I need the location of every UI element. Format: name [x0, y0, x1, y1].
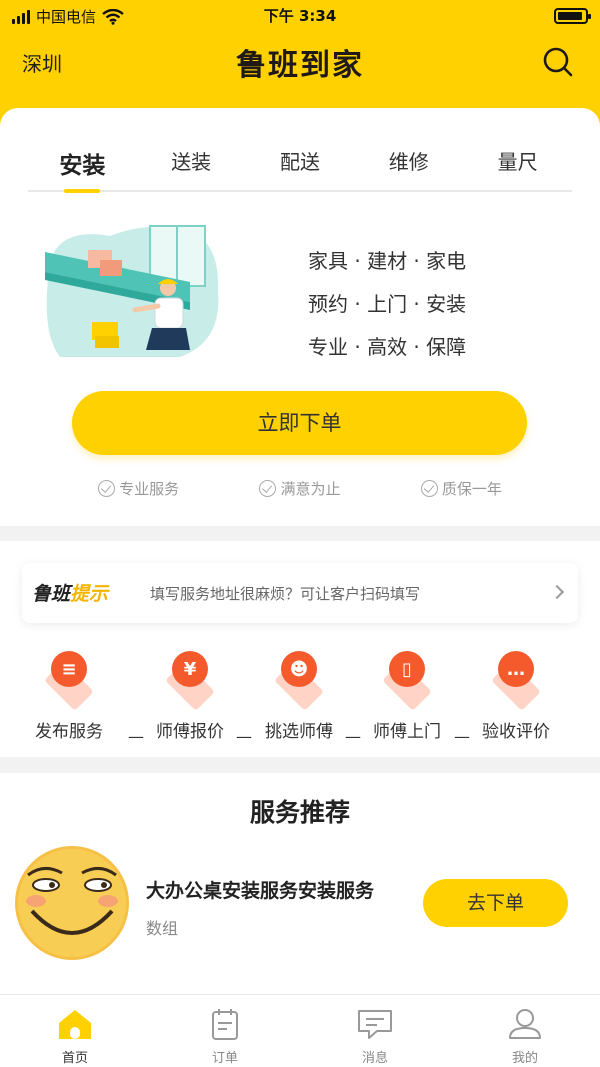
profile-icon [509, 1009, 541, 1039]
app-title: 鲁班到家 [236, 48, 364, 83]
step-accept-review[interactable]: … 验收评价 [462, 649, 570, 742]
status-time: 下午 3:34 [263, 7, 337, 25]
smiley-avatar [14, 845, 130, 961]
yuan-icon: ¥ [172, 651, 208, 687]
slogan-line: 专业 · 高效 · 保障 [308, 335, 467, 359]
step-label: 验收评价 [482, 722, 550, 742]
chat-icon: … [498, 651, 534, 687]
tip-banner[interactable]: 鲁班提示 填写服务地址很麻烦？可让客户扫码填写 [22, 563, 578, 623]
step-label: 挑选师傅 [265, 722, 333, 742]
tab-delivery[interactable]: 配送 [246, 142, 355, 190]
process-steps: ≡ 发布服务 — ¥ 师傅报价 — ☻ 挑选师傅 — ▯ 师傅上门 — … 验收… [0, 649, 600, 749]
tab-deliver-install[interactable]: 送装 [137, 142, 246, 190]
order-now-button[interactable]: 立即下单 [72, 391, 527, 455]
tab-repair[interactable]: 维修 [354, 142, 463, 190]
tip-logo-main: 鲁班 [32, 583, 71, 605]
service-card: 安装 送装 配送 维修 量尺 家具 · 建材 · 家电 预约 · 上门 · 安装… [0, 108, 600, 526]
service-item-name[interactable]: 大办公桌安装服务安装服务 [146, 876, 374, 903]
process-section: 鲁班提示 填写服务地址很麻烦？可让客户扫码填写 ≡ 发布服务 — ¥ 师傅报价 … [0, 541, 600, 757]
home-icon [59, 1010, 91, 1039]
worker-icon: ☻ [281, 651, 317, 687]
step-label: 师傅报价 [156, 722, 224, 742]
message-icon [358, 1010, 392, 1039]
guarantee-item: 满意为止 [259, 478, 341, 499]
door-icon: ▯ [389, 651, 425, 687]
battery-icon [554, 8, 591, 24]
tip-text: 填写服务地址很麻烦？可让客户扫码填写 [150, 585, 421, 603]
service-tabs: 安装 送装 配送 维修 量尺 [28, 142, 572, 193]
installer-illustration [40, 222, 230, 367]
slogan-line: 预约 · 上门 · 安装 [308, 292, 467, 316]
step-choose-master[interactable]: ☻ 挑选师傅 [245, 649, 353, 742]
check-circle-icon [259, 480, 277, 497]
step-master-visit[interactable]: ▯ 师傅上门 [353, 649, 461, 742]
go-order-button[interactable]: 去下单 [423, 879, 568, 927]
step-master-quote[interactable]: ¥ 师傅报价 [136, 649, 244, 742]
recommend-title: 服务推荐 [249, 798, 350, 827]
tabbar-messages[interactable]: 消息 [300, 995, 450, 1067]
service-item-subtitle: 数组 [146, 919, 179, 938]
calendar-icon [212, 1009, 238, 1040]
step-label: 师傅上门 [373, 722, 441, 742]
tabbar-profile[interactable]: 我的 [450, 995, 600, 1067]
tab-install[interactable]: 安装 [28, 142, 137, 193]
tabbar-label: 首页 [61, 1051, 88, 1066]
recommend-section: 服务推荐 大办公桌安装服务安装服务 数组 去下单 [0, 773, 600, 998]
document-icon: ≡ [51, 651, 87, 687]
service-slogans: 家具 · 建材 · 家电 预约 · 上门 · 安装 专业 · 高效 · 保障 [308, 240, 466, 369]
tab-measure[interactable]: 量尺 [463, 142, 572, 190]
guarantee-item: 质保一年 [420, 478, 502, 499]
guarantee-label: 质保一年 [441, 480, 502, 498]
guarantee-label: 专业服务 [119, 480, 180, 498]
check-circle-icon [420, 480, 438, 497]
status-bar: 中国电信 下午 3:34 [0, 0, 600, 32]
tip-logo: 鲁班提示 [32, 579, 108, 606]
tabbar-label: 我的 [511, 1051, 538, 1066]
step-label: 发布服务 [35, 722, 103, 742]
guarantee-label: 满意为止 [280, 480, 341, 498]
bottom-tab-bar: 首页 订单 消息 我的 [0, 994, 600, 1067]
tabbar-orders[interactable]: 订单 [150, 995, 300, 1067]
chevron-right-icon [549, 584, 565, 600]
check-circle-icon [98, 480, 116, 497]
tip-logo-highlight: 提示 [70, 583, 109, 605]
tabbar-label: 消息 [361, 1051, 388, 1066]
guarantee-list: 专业服务 满意为止 质保一年 [0, 478, 600, 499]
search-icon[interactable] [542, 46, 574, 78]
tabbar-label: 订单 [211, 1051, 238, 1066]
step-publish-service[interactable]: ≡ 发布服务 [15, 649, 123, 742]
tabbar-home[interactable]: 首页 [0, 995, 150, 1067]
guarantee-item: 专业服务 [98, 478, 179, 499]
slogan-line: 家具 · 建材 · 家电 [308, 249, 467, 273]
